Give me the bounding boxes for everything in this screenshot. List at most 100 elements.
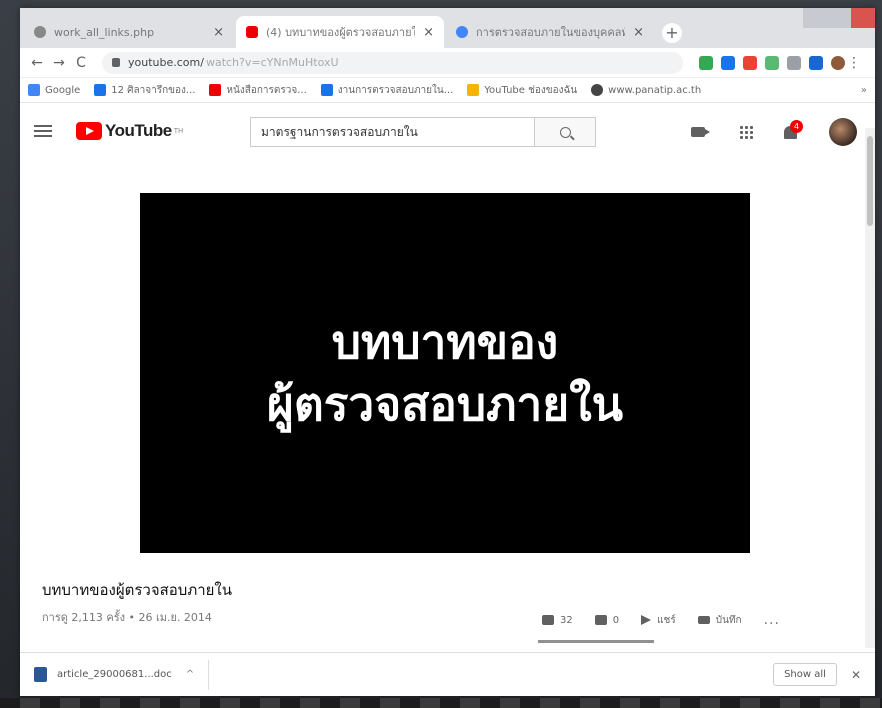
bookmarks-bar: Google 12 ศิลาจารึกของ... หนังสือการตรวจ… (20, 78, 875, 103)
like-ratio-fill (538, 640, 654, 643)
playlist-add-icon (697, 616, 710, 624)
save-label: บันทึก (715, 614, 742, 626)
extension-icon[interactable] (765, 55, 779, 70)
extension-icon[interactable] (721, 55, 735, 70)
tab-google-search[interactable]: การตรวจสอบภายในของบุคคลทั่วไป × (446, 16, 654, 48)
search-input[interactable]: มาตรฐานการตรวจสอบภายใน (250, 117, 534, 147)
download-filename: article_29000681...doc (57, 669, 172, 680)
share-arrow-icon (641, 615, 652, 625)
address-path: watch?v=cYNnMuHtoxU (205, 56, 339, 69)
thumbs-down-icon (594, 615, 607, 625)
youtube-icon (209, 84, 222, 96)
word-document-icon (34, 667, 47, 682)
logo-region: TH (173, 127, 184, 135)
youtube-logo[interactable]: YouTube TH (76, 121, 183, 141)
youtube-header: YouTube TH มาตรฐานการตรวจสอบภายใน 4 (20, 103, 875, 159)
header-actions: 4 (691, 118, 857, 146)
bookmark-label: www.panatip.ac.th (608, 84, 702, 96)
show-all-button[interactable]: Show all (773, 663, 837, 686)
like-count: 32 (560, 614, 573, 626)
close-icon[interactable]: × (423, 25, 434, 40)
google-favicon-icon (456, 26, 468, 38)
forward-arrow-icon[interactable]: → (50, 55, 68, 71)
video-frame-text-line1: บทบาทของ (331, 315, 559, 369)
browser-toolbar: ← → C youtube.com/ watch?v=cYNnMuHtoxU ⋮ (20, 48, 875, 78)
thumbs-up-icon (542, 615, 554, 625)
extension-icon[interactable] (787, 55, 801, 70)
docs-icon (320, 84, 333, 96)
youtube-play-icon (76, 122, 102, 140)
close-icon[interactable]: × (213, 25, 224, 40)
tab-title: work_all_links.php (54, 25, 155, 39)
new-tab-button[interactable]: + (662, 23, 682, 43)
hamburger-menu-icon[interactable] (34, 125, 52, 137)
tab-work-links[interactable]: work_all_links.php × (24, 16, 234, 48)
globe-icon (591, 84, 604, 96)
scrollbar-thumb[interactable] (867, 136, 873, 226)
bookmark-item[interactable]: YouTube ช่องของฉัน (467, 83, 577, 98)
bookmark-google[interactable]: Google (28, 84, 80, 96)
logo-text: YouTube (105, 121, 172, 140)
avatar[interactable] (829, 118, 857, 146)
page-scrollbar[interactable] (865, 128, 875, 648)
save-button[interactable]: บันทึก (697, 613, 742, 628)
bookmark-item[interactable]: หนังสือการตรวจ... (209, 83, 307, 98)
lock-icon (112, 58, 120, 67)
drive-icon (467, 84, 480, 96)
notifications-bell-icon[interactable]: 4 (783, 120, 803, 141)
maximize-button[interactable] (827, 8, 851, 28)
google-icon (28, 84, 40, 96)
address-bar[interactable]: youtube.com/ watch?v=cYNnMuHtoxU (102, 51, 683, 74)
more-actions-button[interactable]: ... (764, 612, 780, 628)
browser-window: work_all_links.php × (4) บทบาทของผู้ตรวจ… (20, 8, 875, 696)
bookmark-label: หนังสือการตรวจ... (226, 84, 307, 96)
extension-icon[interactable] (743, 55, 757, 70)
bookmark-label: YouTube ช่องของฉัน (484, 84, 578, 96)
bookmark-item[interactable]: งานการตรวจสอบภายใน... (320, 83, 454, 98)
download-item[interactable]: article_29000681...doc ^ (34, 659, 210, 690)
youtube-favicon-icon (246, 26, 258, 38)
bookmarks-more-icon[interactable]: » (861, 85, 867, 96)
apps-grid-icon[interactable] (739, 125, 753, 139)
search-bar: มาตรฐานการตรวจสอบภายใน (250, 117, 596, 147)
bookmark-label: งานการตรวจสอบภายใน... (337, 84, 454, 96)
bookmark-item[interactable]: www.panatip.ac.th (591, 84, 701, 96)
extension-icon[interactable] (809, 55, 823, 70)
search-button[interactable] (534, 117, 596, 147)
tab-youtube-video[interactable]: (4) บทบาทของผู้ตรวจสอบภายใน × (236, 16, 444, 48)
bookmark-label: Google (45, 84, 81, 96)
tab-title: (4) บทบาทของผู้ตรวจสอบภายใน (266, 26, 416, 39)
menu-dots-icon[interactable]: ⋮ (845, 55, 863, 71)
tab-strip: work_all_links.php × (4) บทบาทของผู้ตรวจ… (20, 8, 875, 48)
like-button[interactable]: 32 (542, 615, 573, 626)
extension-icon[interactable] (699, 55, 713, 70)
dislike-button[interactable]: 0 (594, 614, 620, 626)
address-url: youtube.com/ (128, 56, 204, 69)
bookmark-label: 12 ศิลาจารึกของ... (111, 84, 196, 96)
share-label: แชร์ (657, 614, 676, 626)
video-actions: 32 0 แชร์ บันทึก ... (542, 612, 780, 628)
video-player[interactable]: บทบาทของ ผู้ตรวจสอบภายใน (140, 193, 750, 553)
window-close-button[interactable] (851, 8, 875, 28)
desktop-edge (0, 698, 882, 708)
chevron-up-icon[interactable]: ^ (186, 669, 194, 680)
back-arrow-icon[interactable]: ← (28, 55, 46, 71)
video-title: บทบาทของผู้ตรวจสอบภายใน (42, 581, 232, 599)
window-controls (803, 8, 875, 28)
close-icon[interactable]: × (633, 25, 644, 40)
download-bar: article_29000681...doc ^ Show all ✕ (20, 652, 875, 696)
profile-icon[interactable] (831, 55, 845, 70)
notification-badge: 4 (790, 120, 803, 133)
share-button[interactable]: แชร์ (641, 613, 676, 628)
search-icon (559, 126, 571, 138)
reload-icon[interactable]: C (72, 55, 90, 71)
minimize-button[interactable] (803, 8, 827, 28)
bookmark-item[interactable]: 12 ศิลาจารึกของ... (94, 83, 195, 98)
globe-icon (34, 26, 46, 38)
dislike-count: 0 (612, 614, 620, 626)
video-frame-text-line2: ผู้ตรวจสอบภายใน (266, 377, 624, 431)
like-ratio-bar (538, 640, 654, 643)
create-video-icon[interactable] (691, 127, 710, 137)
tab-title: การตรวจสอบภายในของบุคคลทั่วไป (476, 26, 626, 39)
close-icon[interactable]: ✕ (851, 668, 861, 682)
